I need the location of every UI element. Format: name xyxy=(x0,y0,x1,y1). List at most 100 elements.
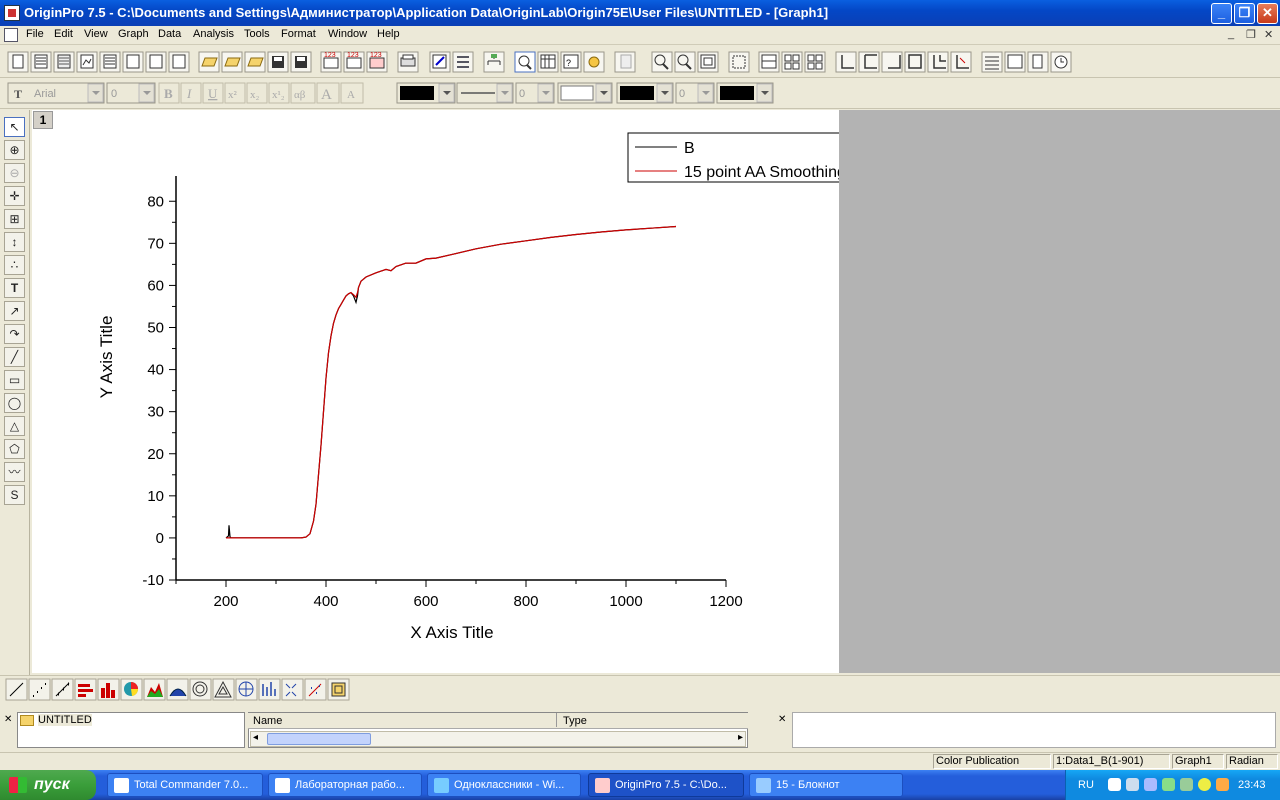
window-title: OriginPro 7.5 - C:\Documents and Setting… xyxy=(24,5,829,20)
svg-text:x₂: x₂ xyxy=(250,89,260,101)
tray-info-icon[interactable] xyxy=(1198,778,1211,791)
column-divider xyxy=(556,713,557,727)
task-word-document[interactable]: Лабораторная рабо... xyxy=(268,773,422,797)
menu-bar: File Edit View Graph Data Analysis Tools… xyxy=(0,26,1280,45)
toolbar-buttons[interactable]: 123 123 123 ? xyxy=(7,51,1072,73)
tray-arrow-icon[interactable] xyxy=(1108,778,1121,791)
svg-text:I: I xyxy=(186,86,192,101)
pointer-tool-icon[interactable]: ↖ xyxy=(4,117,25,137)
task-total-commander[interactable]: Total Commander 7.0... xyxy=(107,773,263,797)
font-size-combo[interactable]: 0 xyxy=(106,82,156,104)
line-tool-icon[interactable]: ╱ xyxy=(4,347,25,367)
tray-antivirus-icon[interactable] xyxy=(1162,778,1175,791)
task-label: Лабораторная рабо... xyxy=(295,779,405,791)
circle-tool-icon[interactable]: ◯ xyxy=(4,393,25,413)
x-tick-label: 1000 xyxy=(609,593,642,610)
start-label: пуск xyxy=(34,776,70,793)
word-icon xyxy=(275,778,290,793)
polyline-tool-icon[interactable]: 〰 xyxy=(4,462,25,482)
x-axis-title[interactable]: X Axis Title xyxy=(410,623,493,642)
menu-format[interactable]: Format xyxy=(281,28,316,40)
title-bar[interactable]: OriginPro 7.5 - C:\Documents and Setting… xyxy=(0,0,1280,26)
explorer-close-icon[interactable]: ✕ xyxy=(4,714,12,725)
legend-box[interactable]: B 15 point AA Smoothing of Data1_B xyxy=(627,132,839,183)
task-notepad[interactable]: 15 - Блокнот xyxy=(749,773,903,797)
horizontal-scrollbar[interactable]: ◂ ▸ xyxy=(250,731,746,747)
legend-label-smoothing: 15 point AA Smoothing of Data1_B xyxy=(684,164,839,181)
minimize-button[interactable]: _ xyxy=(1211,3,1232,24)
status-active-dataset: 1:Data1_B(1-901) xyxy=(1053,754,1170,769)
graph-document-icon[interactable] xyxy=(4,28,18,42)
graph-plot[interactable]: 200 400 600 800 1000 1200 -10 0 10 20 30 40 50 60 70 80… xyxy=(32,110,839,673)
screen-reader-tool-icon[interactable]: ✛ xyxy=(4,186,25,206)
menu-file[interactable]: File xyxy=(26,28,44,40)
freehand-tool-icon[interactable]: S xyxy=(4,485,25,505)
y-tick-label: 20 xyxy=(147,446,164,463)
maximize-button[interactable]: ❐ xyxy=(1234,3,1255,24)
zoom-in-tool-icon[interactable]: ⊕ xyxy=(4,140,25,160)
task-originpro[interactable]: OriginPro 7.5 - C:\Do... xyxy=(588,773,744,797)
font-name-combo[interactable]: T Arial xyxy=(7,82,105,104)
y-axis-title[interactable]: Y Axis Title xyxy=(97,316,116,399)
draw-data-tool-icon[interactable]: ∴ xyxy=(4,255,25,275)
tray-speaker-icon[interactable] xyxy=(1216,778,1229,791)
zoom-out-tool-icon[interactable]: ⊖ xyxy=(4,163,25,183)
menu-data[interactable]: Data xyxy=(158,28,181,40)
total-commander-icon xyxy=(114,778,129,793)
scroll-right-icon[interactable]: ▸ xyxy=(738,732,743,743)
tray-network-icon[interactable] xyxy=(1144,778,1157,791)
results-close-icon[interactable]: ✕ xyxy=(778,714,786,725)
tray-app-icon[interactable] xyxy=(1180,778,1193,791)
svg-text:A: A xyxy=(347,89,355,101)
tray-usb-icon[interactable] xyxy=(1126,778,1139,791)
mdi-restore-icon[interactable]: ❐ xyxy=(1246,28,1256,41)
svg-text:Arial: Arial xyxy=(34,88,56,100)
menu-edit[interactable]: Edit xyxy=(54,28,73,40)
text-style-buttons[interactable]: B I U x² x₂ x¹₂ αβ A A xyxy=(158,82,364,104)
scroll-left-icon[interactable]: ◂ xyxy=(253,732,258,743)
column-header-type[interactable]: Type xyxy=(563,715,587,727)
task-internet-explorer[interactable]: Одноклассники - Wi... xyxy=(427,773,581,797)
mdi-close-icon[interactable]: ✕ xyxy=(1264,28,1273,41)
menu-graph[interactable]: Graph xyxy=(118,28,149,40)
polygon-tool-icon[interactable]: △ xyxy=(4,416,25,436)
task-label: 15 - Блокнот xyxy=(776,779,840,791)
close-button[interactable]: ✕ xyxy=(1257,3,1278,24)
format-toolbar: T Arial 0 B I U x² x₂ x¹₂ αβ A A 0 0 xyxy=(0,79,1280,109)
curved-arrow-tool-icon[interactable]: ↷ xyxy=(4,324,25,344)
color-line-combos[interactable]: 0 0 xyxy=(396,82,774,104)
menu-view[interactable]: View xyxy=(84,28,108,40)
data-selector-tool-icon[interactable]: ↕ xyxy=(4,232,25,252)
rectangle-tool-icon[interactable]: ▭ xyxy=(4,370,25,390)
arrow-tool-icon[interactable]: ↗ xyxy=(4,301,25,321)
scrollbar-thumb[interactable] xyxy=(267,733,371,745)
region-tool-icon[interactable]: ⬠ xyxy=(4,439,25,459)
plot-type-buttons[interactable] xyxy=(5,678,350,701)
x-tick-label: 200 xyxy=(213,593,238,610)
results-log-pane[interactable] xyxy=(792,712,1276,748)
svg-text:123: 123 xyxy=(324,52,336,59)
column-header-name[interactable]: Name xyxy=(253,715,282,727)
menu-analysis[interactable]: Analysis xyxy=(193,28,234,40)
clock: 23:43 xyxy=(1238,779,1266,791)
origin-icon xyxy=(595,778,610,793)
y-tick-label: 50 xyxy=(147,320,164,337)
menu-help[interactable]: Help xyxy=(377,28,400,40)
menu-window[interactable]: Window xyxy=(328,28,367,40)
origin-app-icon[interactable] xyxy=(4,5,20,21)
data-reader-tool-icon[interactable]: ⊞ xyxy=(4,209,25,229)
text-tool-icon[interactable]: T xyxy=(4,278,25,298)
mdi-minimize-icon[interactable]: _ xyxy=(1228,28,1234,40)
menu-tools[interactable]: Tools xyxy=(244,28,270,40)
language-indicator[interactable]: RU xyxy=(1078,779,1094,791)
svg-text:U: U xyxy=(208,86,218,101)
task-label: Одноклассники - Wi... xyxy=(454,779,565,791)
2d-graphs-toolbar xyxy=(0,675,1280,707)
y-tick-label: 60 xyxy=(147,277,164,294)
start-button[interactable]: пуск xyxy=(0,770,96,800)
list-header: Name Type xyxy=(248,713,748,729)
folder-tree[interactable]: UNTITLED xyxy=(17,712,245,748)
folder-label[interactable]: UNTITLED xyxy=(38,714,92,726)
task-label: OriginPro 7.5 - C:\Do... xyxy=(615,779,727,791)
ie-icon xyxy=(434,778,449,793)
